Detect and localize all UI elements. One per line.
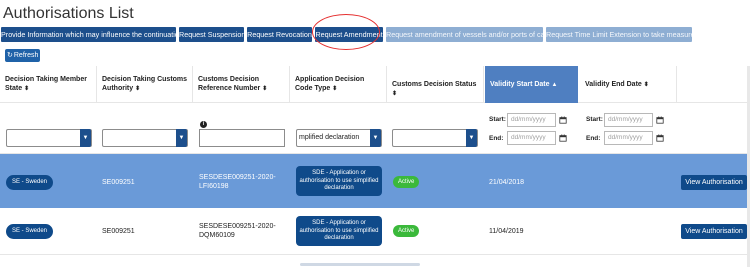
request-suspension-button[interactable]: Request Suspension: [179, 27, 244, 42]
column-header-validity-start[interactable]: Validity Start Date ▲: [485, 66, 578, 103]
column-header-label: Decision Taking Customs Authority: [102, 76, 188, 92]
customs-authority-cell: SE009251: [102, 228, 135, 235]
column-header-code-type[interactable]: Application Decision Code Type ⬍: [290, 66, 387, 103]
start-from-date-input[interactable]: dd/mm/yyyy: [507, 113, 556, 127]
start-to-label: End:: [489, 135, 504, 142]
request-amendment-vessels-button[interactable]: Request amendment of vessels and/or port…: [386, 27, 543, 42]
start-to-date-input[interactable]: dd/mm/yyyy: [507, 131, 556, 145]
column-header-label: Validity End Date: [585, 81, 642, 88]
end-to-date-input[interactable]: dd/mm/yyyy: [604, 131, 653, 145]
info-icon: i: [200, 121, 207, 128]
member-state-pill: SE - Sweden: [6, 175, 54, 190]
table-row[interactable]: SE - Sweden SE009251 SESDESE009251-2020-…: [0, 154, 750, 208]
reference-number-cell: SESDESE009251-2020-DQM60109: [199, 223, 276, 239]
code-type-pill: SDE - Application or authorisation to us…: [296, 216, 382, 246]
start-from-label: Start:: [489, 116, 506, 123]
chevron-down-icon: ▼: [370, 129, 381, 147]
column-header-label: Decision Taking Member State: [5, 76, 87, 92]
reference-number-cell: SESDESE009251-2020-LFI60198: [199, 174, 276, 190]
calendar-icon[interactable]: [656, 116, 664, 124]
refresh-icon: ↻: [7, 52, 13, 59]
horizontal-scrollbar[interactable]: [300, 263, 420, 266]
sort-icon: ⬍: [332, 86, 338, 92]
calendar-icon[interactable]: [559, 116, 567, 124]
customs-authority-cell: SE009251: [102, 179, 135, 186]
status-filter-select[interactable]: ▼: [392, 129, 478, 147]
select-value: mplified declaration: [299, 134, 360, 141]
calendar-icon[interactable]: [656, 134, 664, 142]
validity-start-cell: 11/04/2019: [489, 228, 524, 235]
code-type-pill: SDE - Application or authorisation to us…: [296, 166, 382, 196]
reference-number-filter-input[interactable]: [199, 129, 285, 147]
member-state-filter-select[interactable]: ▼: [6, 129, 92, 147]
page-title: Authorisations List: [3, 5, 134, 22]
request-amendment-button[interactable]: Request Amendment: [315, 27, 383, 42]
end-from-date-input[interactable]: dd/mm/yyyy: [604, 113, 653, 127]
table-row[interactable]: SE - Sweden SE009251 SESDESE009251-2020-…: [0, 208, 750, 255]
view-authorisation-button[interactable]: View Authorisation: [681, 224, 747, 239]
end-to-label: End:: [586, 135, 601, 142]
table-header-row: Decision Taking Member State ⬍ Decision …: [0, 66, 750, 103]
sort-icon: ⬍: [24, 86, 30, 92]
column-header-reference-number[interactable]: Customs Decision Reference Number ⬍: [193, 66, 290, 103]
request-revocation-button[interactable]: Request Revocation: [247, 27, 312, 42]
calendar-icon[interactable]: [559, 134, 567, 142]
request-time-limit-extension-button[interactable]: Request Time Limit Extension to take mea…: [546, 27, 692, 42]
end-from-label: Start:: [586, 116, 603, 123]
status-badge: Active: [393, 225, 420, 237]
validity-start-cell: 21/04/2018: [489, 179, 525, 186]
chevron-down-icon: ▼: [466, 129, 477, 147]
column-header-label: Application Decision Code Type: [295, 76, 365, 92]
customs-authority-filter-select[interactable]: ▼: [102, 129, 188, 147]
column-header-label: Customs Decision Reference Number: [198, 76, 261, 92]
column-header-customs-authority[interactable]: Decision Taking Customs Authority ⬍: [97, 66, 193, 103]
refresh-label: Refresh: [13, 52, 39, 59]
status-badge: Active: [393, 176, 420, 188]
sort-icon: ⬍: [262, 86, 268, 92]
code-type-filter-select[interactable]: mplified declaration ▼: [296, 129, 382, 147]
view-authorisation-button[interactable]: View Authorisation: [681, 175, 747, 190]
chevron-down-icon: ▼: [80, 129, 91, 147]
sort-icon: ⬍: [643, 82, 649, 88]
column-header-validity-end[interactable]: Validity End Date ⬍: [580, 66, 677, 103]
sort-ascending-icon: ▲: [551, 82, 558, 88]
sort-icon: ⬍: [392, 91, 398, 97]
column-header-status[interactable]: Customs Decision Status ⬍: [387, 66, 484, 103]
provide-information-button[interactable]: Provide Information which may influence …: [1, 27, 176, 42]
sort-icon: ⬍: [135, 86, 141, 92]
member-state-pill: SE - Sweden: [6, 224, 54, 239]
column-header-label: Customs Decision Status: [392, 81, 477, 88]
refresh-button[interactable]: ↻Refresh: [5, 49, 40, 62]
column-header-label: Validity Start Date: [490, 81, 550, 88]
chevron-down-icon: ▼: [176, 129, 187, 147]
column-header-member-state[interactable]: Decision Taking Member State ⬍: [0, 66, 97, 103]
